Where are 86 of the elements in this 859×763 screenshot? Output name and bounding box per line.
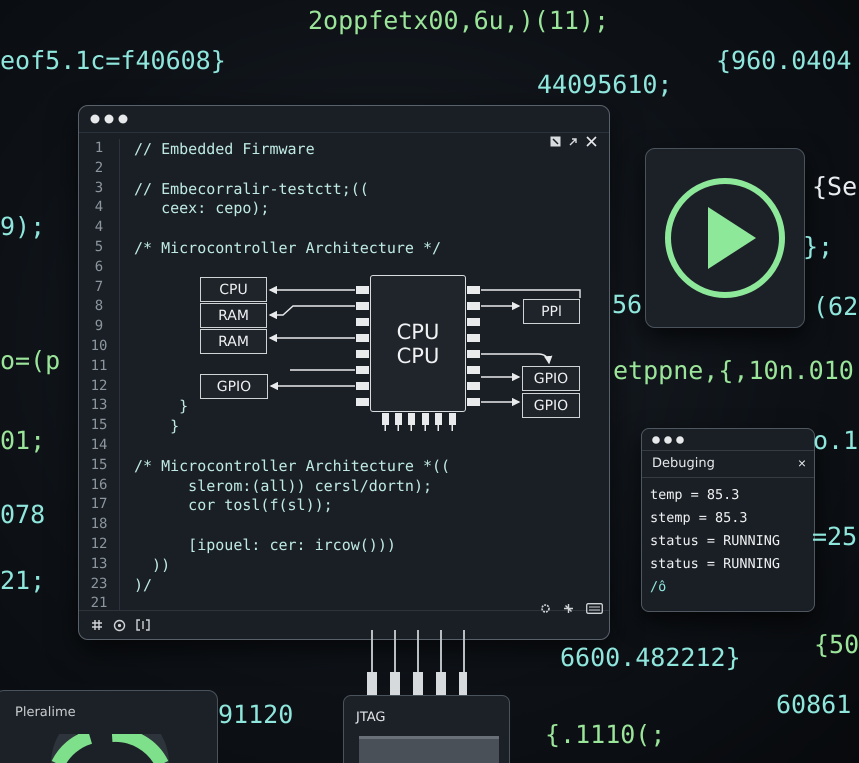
block-label: PPl [523, 299, 580, 324]
background-code-text: {960.0404 [716, 46, 852, 76]
line-number: 11 [90, 356, 108, 376]
code-line: } [178, 397, 188, 416]
code-line: } [169, 417, 180, 436]
line-number: 23 [90, 574, 108, 594]
background-code-text: (62 [813, 292, 858, 322]
code-line: // Embecorralir-testctt;(( [134, 180, 369, 198]
background-code-text: o.1 [813, 426, 858, 456]
block-label: GPIO [522, 393, 580, 418]
line-number: 1 [94, 139, 104, 158]
grid-icon[interactable] [91, 619, 103, 631]
background-code-text: 21; [0, 566, 46, 596]
code-line: ceex: cepo); [160, 199, 270, 218]
line-number: 8 [94, 297, 104, 316]
line-number: 4 [94, 198, 104, 218]
line-number: 16 [90, 476, 108, 495]
line-number: 17 [90, 495, 108, 514]
block-label: GPIO [200, 374, 268, 399]
line-number: 6 [94, 258, 104, 277]
code-line: /* Microcontroller Architecture */ [134, 238, 442, 257]
background-code-text: 91120 [218, 700, 294, 730]
code-line: [ipouel: cer: ircow())) [187, 536, 396, 554]
background-code-text: {Se [812, 172, 858, 202]
target-icon[interactable] [113, 618, 126, 632]
debug-title: Debuging [652, 456, 715, 470]
background-code-text: 56 [612, 290, 642, 320]
background-code-text: 44095610; [537, 70, 672, 100]
line-number: 7 [94, 278, 104, 297]
block-label: RAM [200, 329, 267, 354]
code-line: )/ [134, 576, 152, 594]
block-label: RAM [200, 303, 267, 328]
line-number: 9 [94, 317, 104, 336]
arrow-icon[interactable] [569, 137, 578, 146]
background-code-text: {.1110(; [545, 720, 666, 750]
code-line: // Embedded Firmware [134, 140, 315, 158]
line-number: 21 [90, 594, 108, 614]
close-icon[interactable] [586, 136, 597, 147]
line-number: 15 [90, 416, 108, 436]
block-label: GPIO [522, 366, 580, 391]
debug-output-line: /ô [650, 578, 668, 597]
line-number: 4 [94, 218, 104, 238]
line-number: 13 [90, 396, 108, 416]
background-code-text: etppne,{,10n.010 [613, 356, 854, 386]
window-dots-icon [652, 436, 684, 444]
line-number: 14 [90, 436, 108, 455]
gear-icon[interactable] [540, 603, 551, 614]
line-number: 10 [90, 336, 108, 356]
bracket-icon[interactable] [136, 619, 150, 631]
background-code-text: =25 [812, 522, 858, 552]
keyboard-icon[interactable] [586, 603, 603, 614]
sparkle-icon[interactable] [563, 603, 574, 614]
background-code-text: 078 [0, 500, 46, 530]
background-code-text: 60861 [776, 690, 852, 720]
background-code-text: 2oppfetx00,6u,)(11); [308, 6, 610, 36]
code-line: /* Microcontroller Architecture *(( [134, 456, 450, 475]
background-code-text: 01; [0, 426, 46, 456]
line-number: 3 [94, 178, 104, 198]
debug-output-line: status = RUNNING [650, 532, 782, 551]
block-label: CPU [200, 277, 267, 302]
debug-output-line: temp = 85.3 [650, 486, 740, 505]
debug-output-line: stemp = 85.3 [650, 509, 749, 528]
background-code-text: 6600.482212} [560, 643, 741, 673]
line-number: 2 [94, 158, 104, 178]
line-number: 12 [90, 534, 108, 554]
play-icon[interactable] [664, 177, 786, 299]
line-number: 18 [90, 515, 108, 534]
gauge-title: Pleralime [15, 705, 77, 720]
window-dots-icon [90, 114, 128, 124]
chip-label: CPU [396, 320, 440, 344]
background-code-text: {50 [814, 630, 859, 660]
code-line: )) [151, 556, 170, 574]
line-number: 13 [90, 554, 108, 574]
close-button[interactable]: × [798, 455, 806, 471]
line-number: 5 [94, 238, 104, 257]
background-code-text: eof5.1c=f40608} [0, 46, 226, 76]
background-code-text: }; [803, 232, 834, 262]
debug-output-line: status = RUNNING [650, 555, 782, 574]
background-code-text: o=(p [0, 346, 60, 376]
code-line: slerom:(all)) cersl/dortn); [187, 476, 432, 495]
code-line: cor tosl(f(sl)); [187, 496, 333, 514]
chip-label: CPU [396, 344, 440, 368]
line-number: 12 [90, 376, 108, 396]
background-code-text: 9); [0, 212, 46, 242]
jtag-title: JTAG [356, 710, 387, 725]
line-number: 15 [90, 456, 108, 475]
